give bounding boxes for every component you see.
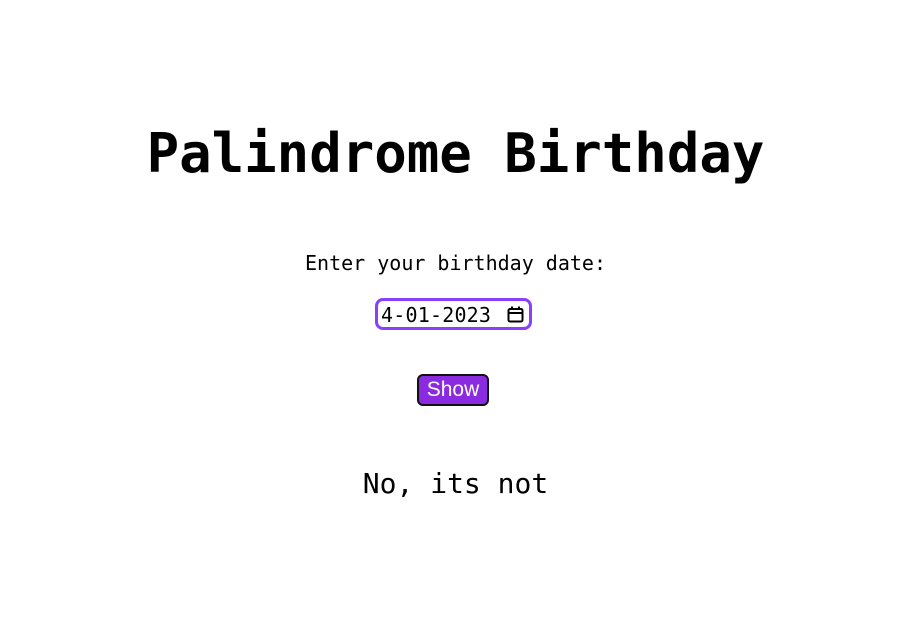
page-title: Palindrome Birthday [146,122,765,185]
calendar-icon[interactable] [507,306,524,323]
birthday-label: Enter your birthday date: [304,251,607,275]
page: Palindrome Birthday Enter your birthday … [0,0,911,644]
birthday-date-input[interactable]: 4-01-2023 [375,298,532,330]
date-value[interactable]: 4-01-2023 [381,302,491,327]
result-message: No, its not [362,467,549,500]
show-button[interactable]: Show [417,374,489,406]
